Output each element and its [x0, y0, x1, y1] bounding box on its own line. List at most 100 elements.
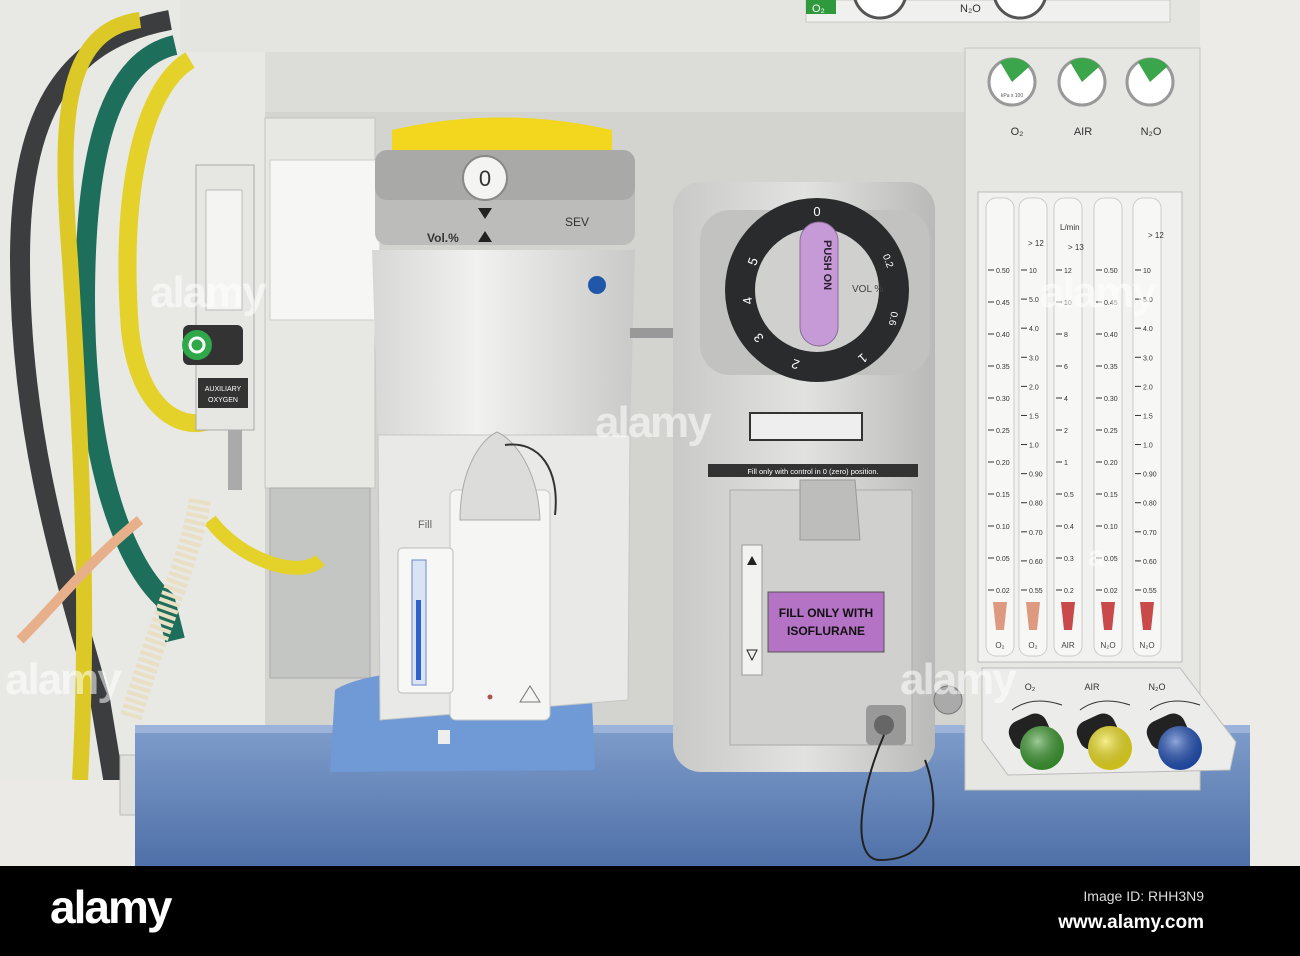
flowmeter-scale-label: 0.90 [1143, 472, 1157, 479]
flowmeter-scale-label: 0.4 [1064, 524, 1074, 531]
flowmeter-top-mark: > 13 [1068, 243, 1084, 252]
pipeline-gauges: kPa x 100 O₂ AIR N₂O [987, 57, 1175, 138]
top-gauge-label-o2: O₂ [812, 3, 825, 15]
flowmeter-scale-label: 0.60 [1143, 559, 1157, 566]
sev-dial-value: 0 [479, 166, 491, 191]
flowmeter-scale-label: 0.5 [1064, 492, 1074, 499]
flowmeter-scale-label: 0.10 [996, 524, 1010, 531]
flowmeter-scale-label: 0.80 [1143, 501, 1157, 508]
footer-url[interactable]: www.alamy.com [1058, 912, 1204, 934]
flowmeter-scale-label: 0.20 [1104, 460, 1118, 467]
flowmeter-scale-label: 0.25 [996, 428, 1010, 435]
flowmeter-scale-label: 0.60 [1029, 559, 1043, 566]
top-gauge-label-n2o: N₂O [960, 3, 981, 15]
watermark: alamy [5, 655, 122, 704]
iso-label-plate [749, 412, 863, 441]
flowmeter-scale-label: 0.35 [1104, 364, 1118, 371]
flowmeter-scale-label: 2.0 [1029, 384, 1039, 391]
flowmeter-scale-label: 8 [1064, 332, 1068, 339]
iso-knob-label: PUSH ON [821, 240, 833, 290]
sev-fill-label: Fill [418, 519, 432, 531]
flowmeter-scale-label: 0.30 [1104, 396, 1118, 403]
flowmeter-scale-label: 4.0 [1029, 326, 1039, 333]
flowmeter-scale-label: 0.05 [1104, 556, 1118, 563]
isoflurane-label-2: ISOFLURANE [787, 624, 865, 638]
sev-agent-label: SEV [565, 215, 589, 229]
flowmeter-tube: 1210864210.50.40.30.2AIR [1053, 197, 1083, 657]
aux-oxygen-knob[interactable] [182, 330, 212, 360]
flowmeter-top-mark: > 12 [1028, 239, 1044, 248]
flowmeter-scale-label: 0.35 [996, 364, 1010, 371]
flowmeter-scale-label: 1.0 [1029, 443, 1039, 450]
flowmeter-tube-label: AIR [1061, 641, 1075, 650]
iso-fill-instruction: Fill only with control in 0 (zero) posit… [747, 467, 878, 476]
flowmeter-unit: L/min [1060, 223, 1080, 232]
footer-logo: alamy [50, 881, 172, 933]
flowmeter-tube: 105.04.03.02.01.51.00.900.800.700.600.55… [1132, 197, 1162, 657]
iso-vaporizer: 0 0.2 0.6 1 2 3 4 5 PUSH ON VOL % Fill o… [673, 182, 963, 862]
flowmeter-scale-label: 1.5 [1143, 413, 1153, 420]
flowmeter-scale-label: 3.0 [1143, 355, 1153, 362]
watermark: alamy [595, 398, 712, 447]
flow-knob-label-n2o: N₂O [1149, 682, 1166, 692]
flowmeter-scale-label: 0.80 [1029, 501, 1043, 508]
flow-knob-label-air: AIR [1084, 682, 1100, 692]
pipeline-gauge-label-n2o: N₂O [1141, 126, 1162, 138]
flowmeter-tube: 0.500.450.400.350.300.250.200.150.100.05… [1093, 197, 1123, 657]
flowmeter-scale-label: 0.70 [1143, 530, 1157, 537]
flowmeter-scale-label: 0.20 [996, 460, 1010, 467]
watermark: alamy [900, 655, 1017, 704]
flowmeter-scale-label: 4.0 [1143, 326, 1153, 333]
flowmeter-top-mark: > 12 [1148, 231, 1164, 240]
aux-oxygen-label-2: OXYGEN [208, 397, 238, 404]
flowmeter-scale-label: 0.50 [996, 268, 1010, 275]
isoflurane-label [767, 591, 885, 653]
flowmeter-tube: 0.500.450.400.350.300.250.200.150.100.05… [985, 197, 1015, 657]
iso-vol-label: VOL % [852, 284, 883, 295]
flowmeter-scale-label: 2.0 [1143, 384, 1153, 391]
top-gauges: O₂ N₂O [805, 0, 1171, 23]
flowmeter-scale-label: 0.55 [1029, 588, 1043, 595]
watermark: alamy [1040, 268, 1157, 317]
iso-fill-cap[interactable] [799, 479, 861, 541]
pipeline-gauge-label-o2: O₂ [1011, 126, 1024, 138]
flowmeter-scale-label: 0.3 [1064, 556, 1074, 563]
flowmeter-scale-label: 1 [1064, 460, 1068, 467]
flowmeter-scale-label: 1.5 [1029, 413, 1039, 420]
pipeline-gauge-label-air: AIR [1074, 126, 1092, 138]
flowmeter-tube: 105.04.03.02.01.51.00.900.800.700.600.55… [1018, 197, 1048, 657]
pipeline-gauge-unit: kPa x 100 [1001, 93, 1023, 99]
flowmeter-scale-label: 0.45 [996, 300, 1010, 307]
flowmeter-tube-label: O₂ [995, 641, 1004, 650]
flowmeter-scale-label: 4 [1064, 396, 1068, 403]
flowmeter-scale-label: 2 [1064, 428, 1068, 435]
flowmeter-scale-label: 0.05 [996, 556, 1010, 563]
flowmeter-scale-label: 0.40 [1104, 332, 1118, 339]
flowmeter-scale-label: 0.55 [1143, 588, 1157, 595]
flowmeter-tube-label: N₂O [1100, 641, 1115, 650]
flowmeter-scale-label: 3.0 [1029, 355, 1039, 362]
aux-oxygen-label-1: AUXILIARY [205, 386, 242, 393]
watermark: alamy [150, 268, 267, 317]
flowmeter-scale-label: 0.10 [1104, 524, 1118, 531]
sev-vol-label: Vol.% [427, 231, 459, 245]
isoflurane-label-1: FILL ONLY WITH [779, 606, 873, 620]
flow-knob-label-o2: O₂ [1025, 682, 1036, 692]
flowmeter-tube-label: N₂O [1139, 641, 1154, 650]
flowmeter-scale-label: 0.2 [1064, 588, 1074, 595]
iso-dial-number: 0 [813, 204, 820, 219]
flowmeter-scale-label: 0.15 [1104, 492, 1118, 499]
flowmeter-scale-label: 0.02 [1104, 588, 1118, 595]
flowmeter-scale-label: 0.25 [1104, 428, 1118, 435]
flowmeter-tube-label: O₂ [1028, 641, 1037, 650]
flowmeter-scale-label: 0.70 [1029, 530, 1043, 537]
flowmeter-scale-label: 0.90 [1029, 472, 1043, 479]
watermark-small: a [1088, 540, 1105, 573]
flowmeter-scale-label: 0.40 [996, 332, 1010, 339]
flowmeter-scale-label: 1.0 [1143, 443, 1153, 450]
footer-image-id: Image ID: RHH3N9 [1083, 888, 1204, 904]
flowmeter-scale-label: 5.0 [1029, 297, 1039, 304]
flowmeter-scale-label: 0.02 [996, 588, 1010, 595]
flowmeter-scale-label: 6 [1064, 364, 1068, 371]
flowmeter-scale-label: 0.30 [996, 396, 1010, 403]
